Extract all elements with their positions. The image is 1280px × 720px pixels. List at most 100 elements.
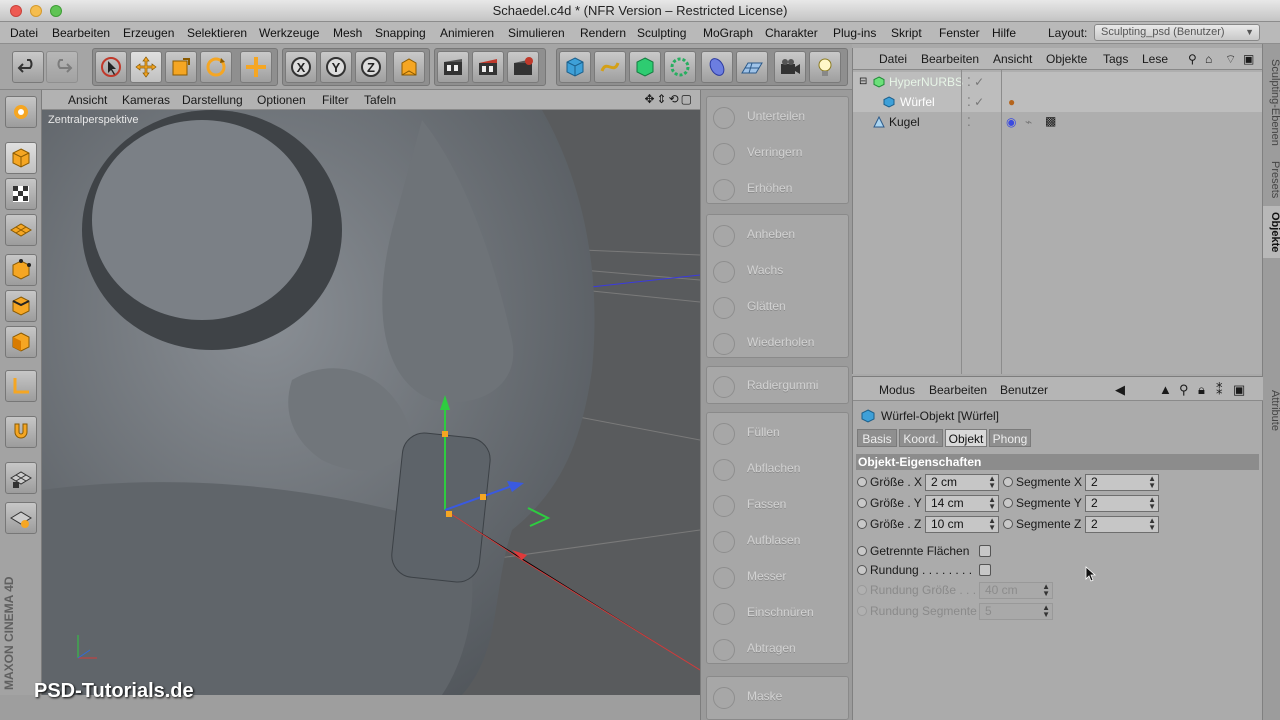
menu-animieren[interactable]: Animieren <box>440 26 494 40</box>
back-arrow-icon[interactable]: ◀ <box>1115 382 1125 398</box>
sculpt-grid-icon[interactable] <box>5 502 37 534</box>
new-panel-icon[interactable]: ▣ <box>1243 52 1254 66</box>
visibility-dots-icon[interactable]: ⁚ <box>967 112 971 132</box>
array-icon[interactable] <box>664 51 696 83</box>
workplane-icon[interactable] <box>5 96 37 128</box>
camera-icon[interactable] <box>774 51 806 83</box>
attr-menu-bearbeiten[interactable]: Bearbeiten <box>929 383 987 397</box>
attr-tab-basis[interactable]: Basis <box>857 429 897 447</box>
collapse-toggle-icon[interactable]: ⊟ <box>859 72 867 92</box>
light-icon[interactable] <box>809 51 841 83</box>
workplane-grid-icon[interactable] <box>5 214 37 246</box>
menu-werkzeuge[interactable]: Werkzeuge <box>259 26 319 40</box>
attr-menu-benutzer[interactable]: Benutzer <box>1000 383 1048 397</box>
brush-erhoehen[interactable]: Erhöhen <box>707 171 848 205</box>
menu-skript[interactable]: Skript <box>891 26 922 40</box>
minimize-window-button[interactable] <box>30 5 42 17</box>
animation-radio-icon[interactable] <box>857 519 867 529</box>
home-icon[interactable]: ⌂ <box>1205 52 1212 66</box>
points-mode-icon[interactable] <box>5 254 37 286</box>
menu-erzeugen[interactable]: Erzeugen <box>123 26 174 40</box>
spinner-icon[interactable]: ▲ ▼ <box>988 496 996 511</box>
size-y-field[interactable]: 14 cm ▲ ▼ <box>925 495 999 512</box>
collapse-icon[interactable]: ⌔ <box>1225 52 1236 67</box>
menu-selektieren[interactable]: Selektieren <box>187 26 247 40</box>
tab-presets[interactable]: Presets <box>1263 158 1280 202</box>
menu-sculpting[interactable]: Sculpting <box>637 26 686 40</box>
attr-menu-modus[interactable]: Modus <box>879 383 915 397</box>
model-mode-icon[interactable] <box>5 142 37 174</box>
brush-fassen[interactable]: Fassen <box>707 487 848 521</box>
texture-mode-icon[interactable] <box>5 178 37 210</box>
viewport-menu-darstellung[interactable]: Darstellung <box>182 93 243 107</box>
brush-messer[interactable]: Messer <box>707 559 848 593</box>
brush-anheben[interactable]: Anheben <box>707 217 848 251</box>
viewport-menu-ansicht[interactable]: Ansicht <box>68 93 107 107</box>
sculpt-tag-icon[interactable]: ● <box>1008 92 1015 112</box>
cube-primitive-icon[interactable] <box>559 51 591 83</box>
viewport-menu-kameras[interactable]: Kameras <box>122 93 170 107</box>
menu-fenster[interactable]: Fenster <box>939 26 980 40</box>
viewport-menu-optionen[interactable]: Optionen <box>257 93 306 107</box>
animation-radio-icon[interactable] <box>1003 477 1013 487</box>
spinner-icon[interactable]: ▲ ▼ <box>988 517 996 532</box>
fillet-label[interactable]: Rundung . . . . . . . . <box>857 563 972 577</box>
segments-z-field[interactable]: 2 ▲ ▼ <box>1085 516 1159 533</box>
spinner-icon[interactable]: ▲ ▼ <box>1148 475 1156 490</box>
objects-menu-lesezeichen[interactable]: Lese <box>1142 52 1168 66</box>
animation-radio-icon[interactable] <box>857 565 867 575</box>
undo-icon[interactable] <box>12 51 44 83</box>
live-selection-icon[interactable] <box>95 51 127 83</box>
spinner-icon[interactable]: ▲ ▼ <box>988 475 996 490</box>
scale-icon[interactable] <box>165 51 197 83</box>
attr-tab-koord[interactable]: Koord. <box>899 429 943 447</box>
brush-radiergummi[interactable]: Radiergummi <box>707 368 848 402</box>
tag-icon[interactable]: ⌁ <box>1025 112 1032 132</box>
up-arrow-icon[interactable]: ▲ <box>1159 382 1172 397</box>
objects-menu-bearbeiten[interactable]: Bearbeiten <box>921 52 979 66</box>
size-y-label[interactable]: Größe . Y <box>857 496 922 510</box>
objects-menu-ansicht[interactable]: Ansicht <box>993 52 1032 66</box>
render-picture-viewer-icon[interactable] <box>472 51 504 83</box>
close-window-button[interactable] <box>10 5 22 17</box>
visibility-dots-icon[interactable]: ⁚ ✓ <box>967 92 984 112</box>
lock-icon[interactable]: 🔒︎ <box>1198 382 1205 398</box>
visibility-dots-icon[interactable]: ⁚ ✓ <box>967 72 984 92</box>
zoom-window-button[interactable] <box>50 5 62 17</box>
size-z-label[interactable]: Größe . Z <box>857 517 921 531</box>
brush-wachs[interactable]: Wachs <box>707 253 848 287</box>
animation-radio-icon[interactable] <box>1003 519 1013 529</box>
segments-y-label[interactable]: Segmente Y <box>1003 496 1082 510</box>
brush-aufblasen[interactable]: Aufblasen <box>707 523 848 557</box>
brush-abflachen[interactable]: Abflachen <box>707 451 848 485</box>
menu-mograph[interactable]: MoGraph <box>703 26 753 40</box>
3d-viewport[interactable]: Zentralperspektive <box>42 110 700 695</box>
animation-radio-icon[interactable] <box>857 498 867 508</box>
attr-tab-phong[interactable]: Phong <box>989 429 1031 447</box>
viewport-navigation-icon[interactable]: ✥⇕⟲▢ <box>644 92 694 106</box>
animation-radio-icon[interactable] <box>1003 498 1013 508</box>
objects-menu-datei[interactable]: Datei <box>879 52 907 66</box>
menu-charakter[interactable]: Charakter <box>765 26 818 40</box>
menu-datei[interactable]: Datei <box>10 26 38 40</box>
objects-menu-tags[interactable]: Tags <box>1103 52 1128 66</box>
size-z-field[interactable]: 10 cm ▲ ▼ <box>925 516 999 533</box>
menu-plugins[interactable]: Plug-ins <box>833 26 876 40</box>
y-axis-icon[interactable]: Y <box>320 51 352 83</box>
tab-attribute[interactable]: Attribute <box>1263 380 1280 440</box>
brush-verringern[interactable]: Verringern <box>707 135 848 169</box>
attr-tab-objekt[interactable]: Objekt <box>945 429 987 447</box>
axis-mode-icon[interactable] <box>5 370 37 402</box>
x-axis-icon[interactable]: X <box>285 51 317 83</box>
spline-pen-icon[interactable] <box>594 51 626 83</box>
deformer-icon[interactable] <box>701 51 733 83</box>
brush-abtragen[interactable]: Abtragen <box>707 631 848 665</box>
render-view-icon[interactable] <box>437 51 469 83</box>
search-icon[interactable]: ⚲ <box>1179 382 1189 398</box>
menu-snapping[interactable]: Snapping <box>375 26 426 40</box>
edges-mode-icon[interactable] <box>5 290 37 322</box>
separate-faces-checkbox[interactable] <box>979 545 991 557</box>
spinner-icon[interactable]: ▲ ▼ <box>1148 496 1156 511</box>
coordinate-system-icon[interactable] <box>393 51 425 83</box>
menu-simulieren[interactable]: Simulieren <box>508 26 565 40</box>
